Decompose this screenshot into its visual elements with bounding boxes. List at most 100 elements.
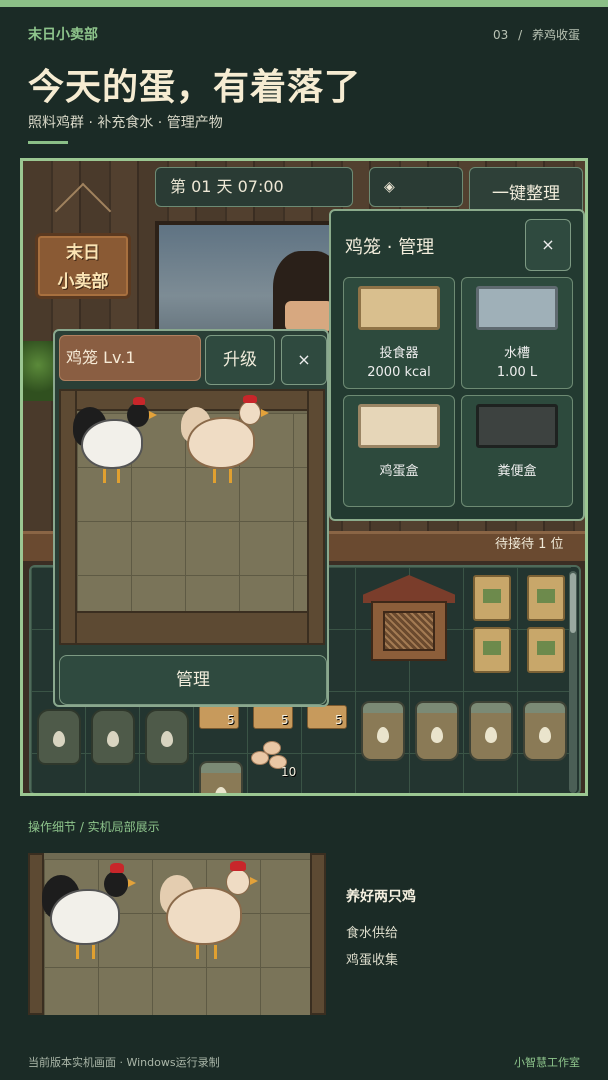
oil-jar-item[interactable] [199, 761, 243, 793]
chicken-head [127, 403, 149, 427]
coop-manage-button[interactable]: 管理 [59, 655, 327, 705]
oil-jar-item[interactable] [361, 701, 405, 761]
page-number: 03 [493, 28, 509, 42]
closeup-buff-chicken [160, 861, 260, 965]
egg-box-label: 鸡蛋盒 [379, 464, 419, 479]
brand-name: 末日小卖部 [28, 27, 98, 43]
water-trough-value: 1.00 L [496, 365, 538, 380]
detail-feature-2: 鸡蛋收集 [346, 953, 399, 968]
egg-count: 10 [281, 765, 297, 779]
seed-bag-item[interactable] [527, 575, 565, 621]
chicken-body [187, 417, 255, 469]
egg-box-slot[interactable]: 鸡蛋盒 [343, 395, 455, 507]
water-trough-label: 水槽 [503, 346, 530, 361]
closeup-rail-right [310, 853, 326, 1015]
coop-panel: 鸡笼 Lv.1 升级 × 管理 [53, 329, 329, 707]
page-name: 养鸡收蛋 [531, 28, 580, 42]
oil-jar-item[interactable] [415, 701, 459, 761]
egg-icon [263, 741, 281, 755]
black-white-chicken[interactable] [73, 397, 157, 487]
water-trough-icon [476, 286, 558, 330]
footer-studio: 小智慧工作室 [514, 1056, 580, 1069]
chicken-beak [128, 879, 136, 887]
oil-jar-item[interactable] [469, 701, 513, 761]
chicken-leg [117, 469, 120, 483]
upgrade-button[interactable]: 升级 [205, 335, 275, 385]
waiting-customers: 待接待 1 位 [495, 537, 564, 552]
survivor-face [285, 301, 333, 331]
detail-closeup [28, 853, 326, 1015]
feed-pack-count: 5 [335, 713, 343, 727]
shop-sign-line2: 小卖部 [57, 272, 109, 292]
detail-feature-1: 食水供给 [346, 926, 399, 941]
chicken-leg [76, 945, 79, 959]
chicken-leg [229, 469, 232, 483]
feeder-label: 投食器 [379, 346, 419, 361]
diamond-icon: ◈ [384, 179, 395, 195]
chicken-leg [213, 469, 216, 483]
inventory-scroll-thumb[interactable] [570, 573, 576, 633]
day-time-display: 第 01 天 07:00 [155, 167, 353, 207]
water-tank-item[interactable] [91, 709, 135, 765]
feeder-slot[interactable]: 投食器 2000 kcal [343, 277, 455, 389]
manure-box-icon [476, 404, 558, 448]
chicken-beak [261, 409, 269, 417]
chicken-head [226, 869, 250, 895]
water-trough-slot[interactable]: 水槽 1.00 L [461, 277, 573, 389]
closeup-black-white-chicken [42, 863, 136, 963]
pen-rail-right [307, 389, 325, 645]
seed-bag-item[interactable] [473, 627, 511, 673]
seed-bag-item[interactable] [527, 627, 565, 673]
chicken-leg [92, 945, 95, 959]
seed-bag-item[interactable] [473, 575, 511, 621]
management-title: 鸡笼 · 管理 [345, 237, 435, 258]
coop-roof [363, 575, 455, 603]
coop-mesh [383, 611, 435, 651]
page-title: 今天的蛋，有着落了 [28, 67, 362, 108]
pen-rail-bottom [59, 611, 325, 645]
chicken-leg [196, 945, 199, 959]
feed-pack-count: 5 [281, 713, 289, 727]
chicken-comb [110, 863, 124, 873]
chicken-body [50, 889, 120, 945]
feeder-value: 2000 kcal [367, 365, 431, 380]
egg-box-icon [358, 404, 440, 448]
chicken-body [81, 419, 143, 469]
coop-management-panel: 鸡笼 · 管理 × 投食器 2000 kcal 水槽 1.00 L 鸡蛋盒 粪便… [329, 209, 585, 521]
oil-jar-item[interactable] [523, 701, 567, 761]
management-close-button[interactable]: × [525, 219, 571, 271]
top-accent-strip [0, 0, 608, 7]
chicken-comb [133, 397, 145, 405]
chicken-head [239, 401, 261, 425]
water-tank-item[interactable] [37, 709, 81, 765]
feed-pack-count: 5 [227, 713, 235, 727]
chicken-coop-item[interactable] [363, 575, 455, 671]
page-separator: / [518, 28, 523, 42]
buff-chicken[interactable] [181, 395, 271, 487]
manure-box-label: 粪便盒 [497, 464, 537, 479]
chicken-body [166, 887, 242, 945]
game-screenshot: 末日 小卖部 第 01 天 07:00 ◈ 一键整理 5 5 5 10 鸡笼 ·… [20, 158, 588, 796]
footer-note: 当前版本实机画面 · Windows运行录制 [28, 1056, 220, 1069]
chicken-beak [250, 877, 258, 885]
shop-sign-line1: 末日 [66, 243, 100, 263]
chicken-beak [149, 411, 157, 419]
coop-close-button[interactable]: × [281, 335, 327, 385]
chicken-head [104, 871, 128, 897]
detail-title: 养好两只鸡 [346, 889, 416, 905]
chicken-leg [214, 945, 217, 959]
chicken-comb [243, 395, 257, 403]
shop-sign: 末日 小卖部 [35, 233, 131, 299]
manure-box-slot[interactable]: 粪便盒 [461, 395, 573, 507]
chicken-comb [230, 861, 246, 871]
chicken-pen [59, 389, 325, 645]
chicken-leg [103, 469, 106, 483]
page-subtitle: 照料鸡群 · 补充食水 · 管理产物 [28, 115, 223, 131]
potted-plant [23, 341, 53, 401]
feeder-icon [358, 286, 440, 330]
detail-caption: 操作细节 / 实机局部展示 [28, 820, 160, 834]
title-underline [28, 141, 68, 144]
coop-level-label: 鸡笼 Lv.1 [59, 335, 201, 381]
currency-button[interactable]: ◈ [369, 167, 463, 207]
water-tank-item[interactable] [145, 709, 189, 765]
